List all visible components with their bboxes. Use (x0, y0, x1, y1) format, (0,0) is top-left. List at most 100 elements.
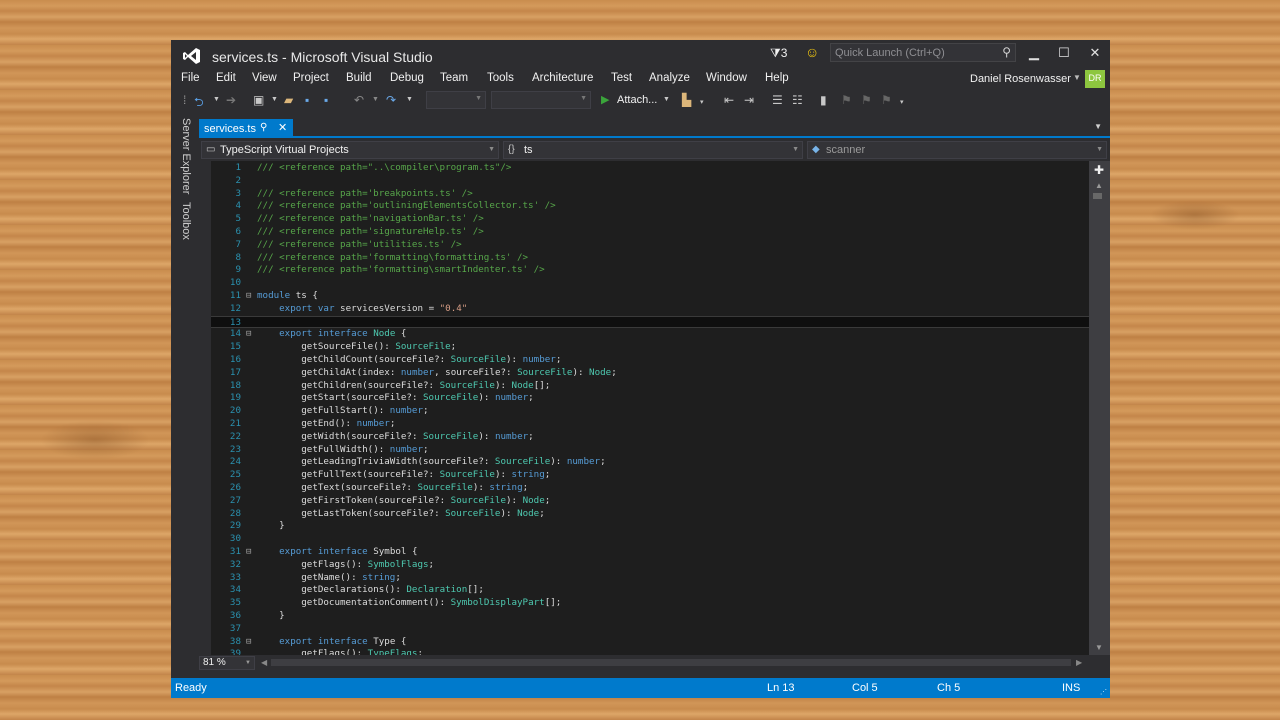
save-icon[interactable]: ▪ (305, 93, 309, 107)
undo-icon[interactable]: ↶ (354, 93, 364, 107)
close-button[interactable]: ✕ (1087, 45, 1103, 61)
signed-in-user[interactable]: Daniel Rosenwasser (970, 73, 1071, 85)
solution-platform-dropdown[interactable]: ▼ (491, 91, 591, 109)
save-all-icon[interactable]: ▪ (324, 93, 328, 107)
clear-bookmarks-icon[interactable]: ⚑ (881, 93, 892, 107)
menu-team[interactable]: Team (440, 72, 468, 84)
code-line[interactable]: 32 getFlags(): SymbolFlags; (211, 559, 1089, 572)
code-line[interactable]: 31 ⊟ export interface Symbol { (211, 546, 1089, 559)
menu-analyze[interactable]: Analyze (649, 72, 690, 84)
code-line[interactable]: 34 getDeclarations(): Declaration[]; (211, 584, 1089, 597)
code-line[interactable]: 20 getFullStart(): number; (211, 405, 1089, 418)
code-line[interactable]: 36 } (211, 610, 1089, 623)
quick-launch-input[interactable]: Quick Launch (Ctrl+Q) ⚲ (830, 43, 1016, 62)
minimize-button[interactable]: ▁ (1026, 45, 1042, 61)
tab-services-ts[interactable]: services.ts ⚲ ✕ (199, 119, 293, 138)
code-line[interactable]: 19 getStart(sourceFile?: SourceFile): nu… (211, 392, 1089, 405)
code-line[interactable]: 15 getSourceFile(): SourceFile; (211, 341, 1089, 354)
chevron-down-icon[interactable]: ▼ (1073, 73, 1081, 82)
scroll-down-icon[interactable]: ▼ (1095, 643, 1103, 652)
toolbox-tab[interactable]: Toolbox (180, 202, 192, 240)
code-line[interactable]: 28 getLastToken(sourceFile?: SourceFile)… (211, 508, 1089, 521)
maximize-button[interactable]: ☐ (1056, 45, 1072, 61)
split-window-icon[interactable]: ✚ (1094, 163, 1104, 177)
menu-edit[interactable]: Edit (216, 72, 236, 84)
avatar[interactable]: DR (1085, 70, 1105, 88)
scope-dropdown[interactable]: {} ts ▼ (503, 141, 803, 159)
menu-help[interactable]: Help (765, 72, 789, 84)
code-line[interactable]: 13 (211, 315, 1089, 329)
code-line[interactable]: 17 getChildAt(index: number, sourceFile?… (211, 367, 1089, 380)
code-line[interactable]: 38 ⊟ export interface Type { (211, 636, 1089, 649)
project-dropdown[interactable]: ▭ TypeScript Virtual Projects ▼ (201, 141, 499, 159)
next-bookmark-icon[interactable]: ⚑ (861, 93, 872, 107)
indent-icon[interactable]: ⇥ (744, 93, 754, 107)
code-line[interactable]: 11 ⊟ module ts { (211, 290, 1089, 303)
code-line[interactable]: 3 /// <reference path='breakpoints.ts' /> (211, 188, 1089, 201)
code-line[interactable]: 12 export var servicesVersion = "0.4" (211, 303, 1089, 316)
new-project-icon[interactable]: ▣ (253, 93, 264, 107)
menu-build[interactable]: Build (346, 72, 372, 84)
code-line[interactable]: 27 getFirstToken(sourceFile?: SourceFile… (211, 495, 1089, 508)
collapse-outline-icon[interactable]: ⊟ (246, 546, 251, 559)
bookmark-icon[interactable]: ▮ (820, 93, 827, 107)
code-line[interactable]: 39 getFlags(): TypeFlags; (211, 648, 1089, 655)
zoom-dropdown[interactable]: 81 % ▼ (199, 656, 255, 670)
code-line[interactable]: 14 ⊟ export interface Node { (211, 328, 1089, 341)
chevron-down-icon[interactable]: ▼ (663, 96, 670, 103)
outdent-icon[interactable]: ⇤ (724, 93, 734, 107)
code-line[interactable]: 16 getChildCount(sourceFile?: SourceFile… (211, 354, 1089, 367)
open-file-icon[interactable]: ▰ (284, 93, 293, 107)
feedback-smiley-icon[interactable]: ☺ (805, 44, 819, 60)
code-line[interactable]: 4 /// <reference path='outliningElementsC… (211, 200, 1089, 213)
menu-tools[interactable]: Tools (487, 72, 514, 84)
code-line[interactable]: 30 (211, 533, 1089, 546)
scroll-left-icon[interactable]: ◀ (261, 658, 267, 667)
code-editor[interactable]: 1 /// <reference path="..\compiler\progra… (199, 161, 1089, 655)
code-line[interactable]: 9 /// <reference path='formatting\smartIn… (211, 264, 1089, 277)
code-line[interactable]: 18 getChildren(sourceFile?: SourceFile):… (211, 380, 1089, 393)
member-dropdown[interactable]: ◆ scanner ▼ (807, 141, 1107, 159)
comment-lines-icon[interactable]: ☰ (772, 93, 783, 107)
menu-file[interactable]: File (181, 72, 200, 84)
collapse-outline-icon[interactable]: ⊟ (246, 636, 251, 649)
chevron-down-icon[interactable]: ▼ (406, 96, 413, 103)
scroll-right-icon[interactable]: ▶ (1076, 658, 1082, 667)
menu-debug[interactable]: Debug (390, 72, 424, 84)
code-line[interactable]: 26 getText(sourceFile?: SourceFile): str… (211, 482, 1089, 495)
code-line[interactable]: 2 (211, 175, 1089, 188)
find-in-files-icon[interactable]: ▙ (682, 93, 691, 107)
chevron-down-icon[interactable]: ▾ (900, 98, 904, 106)
navigate-forward-icon[interactable]: ➔ (226, 93, 236, 107)
vertical-scrollbar[interactable]: ✚ ▲ ▼ (1089, 161, 1110, 655)
tab-overflow-dropdown-icon[interactable]: ▼ (1094, 122, 1102, 131)
code-line[interactable]: 8 /// <reference path='formatting\formatt… (211, 252, 1089, 265)
scroll-up-icon[interactable]: ▲ (1095, 181, 1103, 190)
code-line[interactable]: 24 getLeadingTriviaWidth(sourceFile?: So… (211, 456, 1089, 469)
chevron-down-icon[interactable]: ▼ (271, 96, 278, 103)
code-line[interactable]: 10 (211, 277, 1089, 290)
chevron-down-icon[interactable]: ▼ (372, 96, 379, 103)
code-line[interactable]: 21 getEnd(): number; (211, 418, 1089, 431)
menu-project[interactable]: Project (293, 72, 329, 84)
attach-button[interactable]: Attach... (617, 94, 657, 106)
code-line[interactable]: 1 /// <reference path="..\compiler\progra… (211, 162, 1089, 175)
collapse-outline-icon[interactable]: ⊟ (246, 328, 251, 341)
code-line[interactable]: 7 /// <reference path='utilities.ts' /> (211, 239, 1089, 252)
code-line[interactable]: 23 getFullWidth(): number; (211, 444, 1089, 457)
navigate-back-icon[interactable]: ⮌ (194, 93, 204, 114)
code-line[interactable]: 5 /// <reference path='navigationBar.ts' … (211, 213, 1089, 226)
server-explorer-tab[interactable]: Server Explorer (180, 118, 192, 194)
close-icon[interactable]: ✕ (278, 121, 287, 134)
horizontal-scrollbar[interactable] (271, 659, 1071, 666)
menu-test[interactable]: Test (611, 72, 632, 84)
chevron-down-icon[interactable]: ▾ (700, 98, 704, 106)
solution-configuration-dropdown[interactable]: ▼ (426, 91, 486, 109)
resize-grip-icon[interactable]: ⋰ (1100, 688, 1107, 696)
redo-icon[interactable]: ↷ (386, 93, 396, 107)
code-line[interactable]: 33 getName(): string; (211, 572, 1089, 585)
uncomment-lines-icon[interactable]: ☷ (792, 93, 803, 107)
play-icon[interactable]: ▶ (601, 93, 609, 106)
menu-view[interactable]: View (252, 72, 277, 84)
notifications-flag[interactable]: ⧩3 (770, 46, 787, 61)
